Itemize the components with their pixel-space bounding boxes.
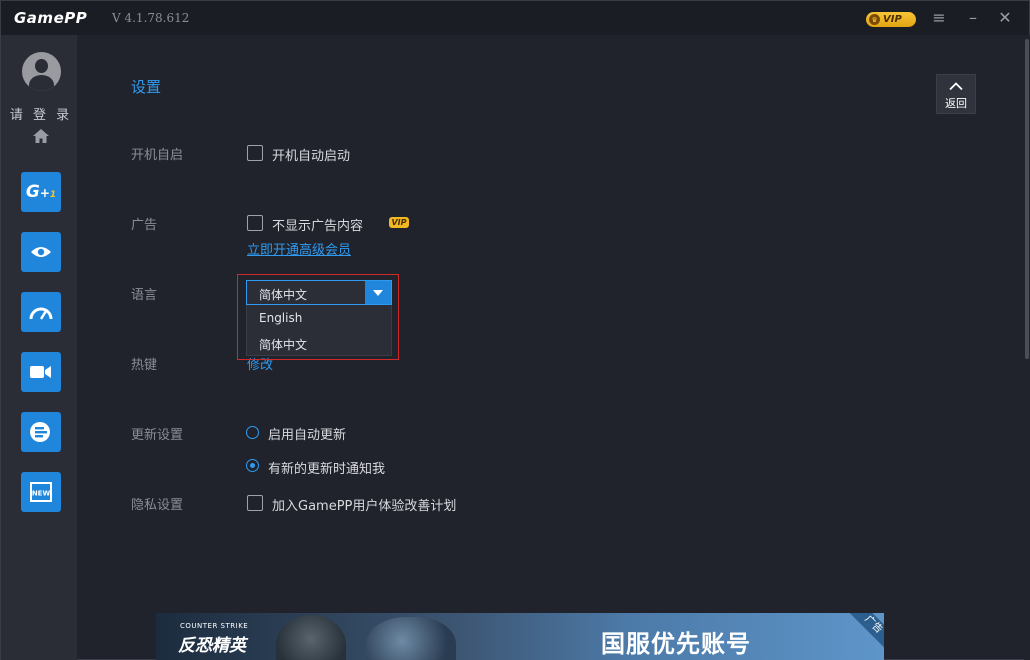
speedometer-icon — [29, 307, 53, 320]
eye-icon — [31, 247, 51, 257]
back-label: 返回 — [945, 97, 967, 110]
update-label: 更新设置 — [131, 428, 184, 443]
sidebar-item-recording[interactable] — [21, 352, 61, 392]
hide-ads-option-text[interactable]: 不显示广告内容 — [272, 215, 363, 234]
privacy-checkbox[interactable] — [247, 495, 263, 511]
chevron-up-icon — [949, 82, 963, 91]
notify-update-option-text[interactable]: 有新的更新时通知我 — [268, 458, 385, 477]
language-option-chinese[interactable]: 简体中文 — [259, 336, 307, 353]
scrollbar[interactable] — [1024, 35, 1030, 660]
ad-tag: 广告 — [849, 613, 884, 649]
language-label: 语言 — [131, 288, 158, 303]
notify-update-radio[interactable] — [246, 459, 259, 472]
banner-soldier-image — [276, 615, 346, 660]
ad-banner[interactable]: COUNTER STRIKE 反恐精英 国服优先账号 广告 — [156, 613, 884, 660]
video-camera-icon — [30, 366, 51, 378]
language-options-list: English 简体中文 — [246, 305, 392, 356]
svg-text:NEW: NEW — [32, 490, 51, 498]
privacy-label: 隐私设置 — [131, 498, 184, 513]
home-icon[interactable] — [33, 129, 49, 143]
sidebar-item-boost[interactable]: G+1 — [21, 172, 61, 212]
upgrade-vip-link[interactable]: 立即开通高级会员 — [247, 239, 351, 258]
hide-ads-checkbox[interactable] — [247, 215, 263, 231]
sidebar-item-tools[interactable] — [21, 412, 61, 452]
app-logo: GamePP — [14, 9, 88, 27]
auto-update-option-text[interactable]: 启用自动更新 — [268, 424, 346, 443]
autostart-option-text[interactable]: 开机自动启动 — [272, 145, 350, 164]
hotkey-label: 热键 — [131, 358, 158, 373]
privacy-option-text[interactable]: 加入GamePP用户体验改善计划 — [272, 495, 456, 514]
vip-badge[interactable]: ♛ VIP — [866, 12, 916, 27]
sidebar-item-news[interactable]: NEW — [21, 472, 61, 512]
title-bar[interactable]: GamePP V 4.1.78.612 ♛ VIP ≡ – ✕ — [1, 1, 1029, 35]
page-title: 设置 — [131, 78, 162, 96]
close-icon[interactable]: ✕ — [995, 8, 1015, 28]
hamburger-icon[interactable]: ≡ — [929, 8, 949, 28]
auto-update-radio[interactable] — [246, 426, 259, 439]
banner-soldier-image — [366, 617, 456, 660]
login-link[interactable]: 请 登 录 — [1, 104, 81, 123]
sidebar: 请 登 录 G+1 NEW — [1, 35, 77, 660]
banner-slogan: 国服优先账号 — [601, 630, 751, 658]
avatar-body — [29, 75, 54, 91]
banner-game-subtitle: COUNTER STRIKE — [180, 622, 249, 630]
app-version: V 4.1.78.612 — [112, 11, 190, 25]
app-window: GamePP V 4.1.78.612 ♛ VIP ≡ – ✕ 请 登 录 G+… — [0, 0, 1030, 660]
scrollbar-thumb[interactable] — [1025, 39, 1029, 359]
chevron-down-icon[interactable] — [365, 281, 391, 304]
crown-icon: ♛ — [869, 14, 880, 25]
list-tool-icon — [30, 422, 50, 442]
autostart-checkbox[interactable] — [247, 145, 263, 161]
language-select[interactable]: 简体中文 — [246, 280, 392, 305]
autostart-label: 开机自启 — [131, 148, 184, 163]
g-plus-icon: G+1 — [25, 182, 57, 202]
vip-small-badge: VIP — [389, 217, 409, 228]
vip-label: VIP — [883, 14, 902, 25]
ads-label: 广告 — [131, 218, 158, 233]
sidebar-item-monitor[interactable] — [21, 232, 61, 272]
sidebar-item-benchmark[interactable] — [21, 292, 61, 332]
back-button[interactable]: 返回 — [936, 74, 976, 114]
settings-panel: 设置 返回 开机自启 开机自动启动 广告 不显示广告内容 VIP 立即开通高级会… — [77, 35, 1030, 660]
avatar[interactable] — [22, 52, 61, 91]
language-option-english[interactable]: English — [259, 311, 302, 325]
language-selected-value: 简体中文 — [259, 288, 308, 302]
avatar-head — [35, 59, 48, 73]
news-icon: NEW — [30, 482, 52, 502]
banner-game-name: 反恐精英 — [178, 636, 246, 656]
minimize-icon[interactable]: – — [963, 8, 983, 28]
